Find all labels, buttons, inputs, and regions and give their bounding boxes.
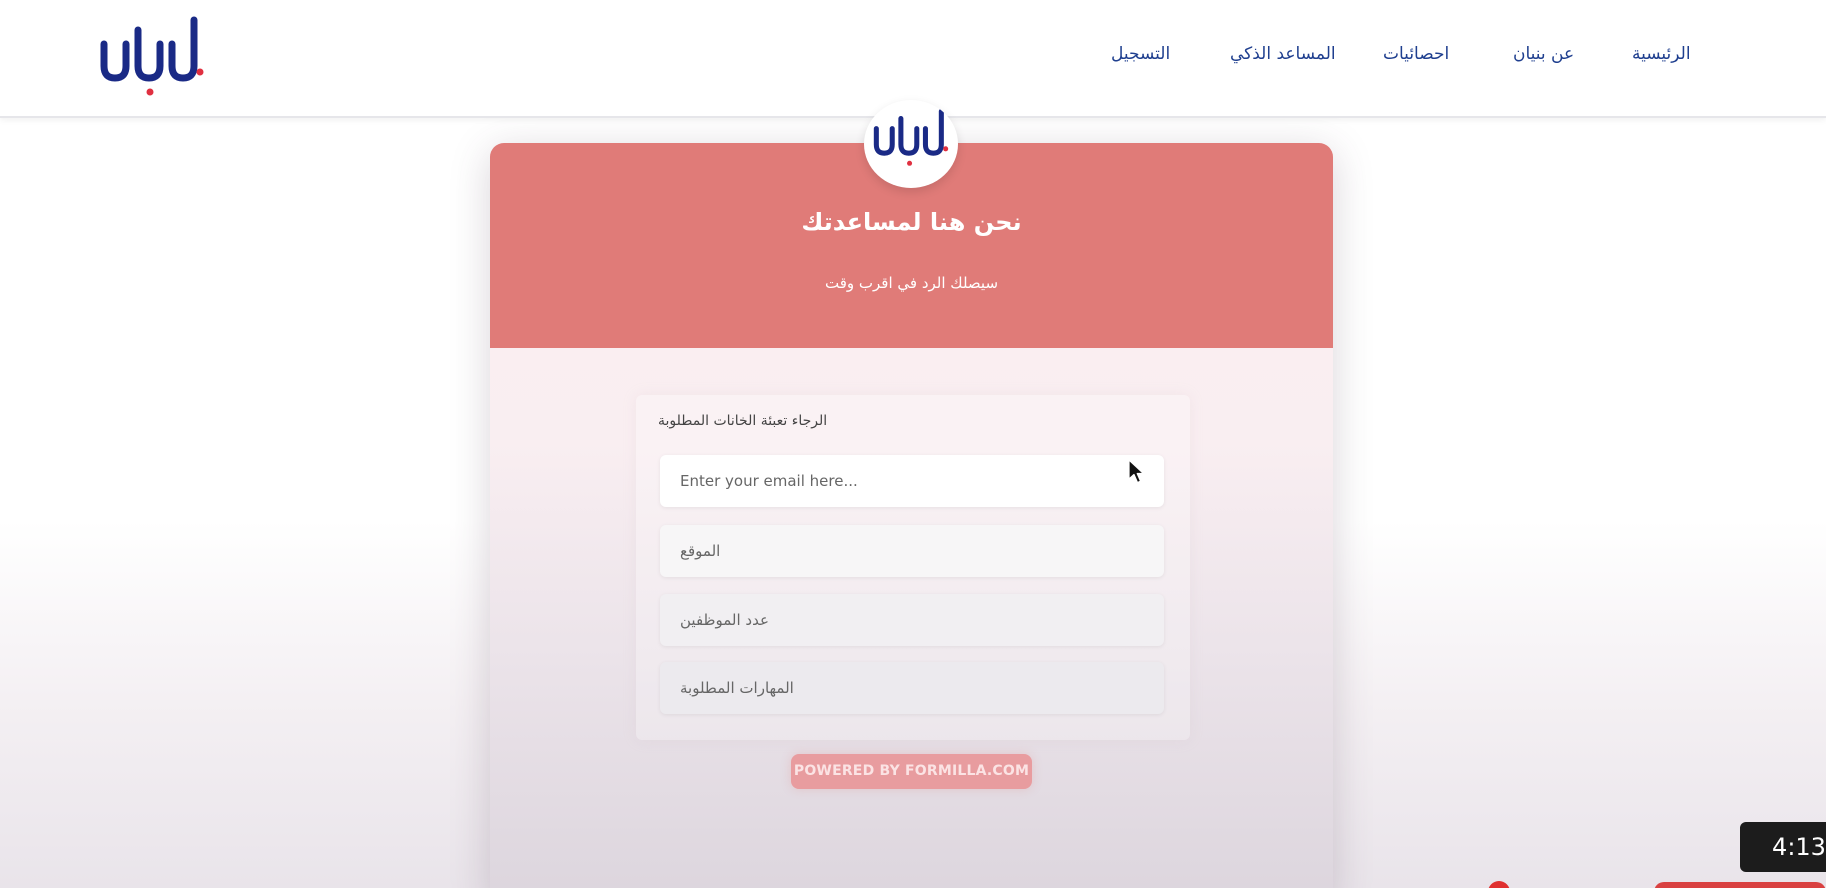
bunyan-logo-icon[interactable] — [98, 14, 206, 100]
nav-statistics[interactable]: احصائيات — [1383, 44, 1449, 64]
nav-home[interactable]: الرئيسية — [1632, 44, 1691, 64]
employee-count-field[interactable] — [660, 594, 1164, 646]
required-skills-field[interactable] — [660, 662, 1164, 714]
video-duration-badge: 4:13 — [1740, 822, 1826, 872]
nav-about[interactable]: عن بنيان — [1513, 44, 1574, 64]
location-field[interactable] — [660, 525, 1164, 577]
progress-scrubber-icon[interactable] — [1488, 881, 1510, 888]
subscribe-button-edge[interactable] — [1654, 882, 1826, 888]
nav-smart-assistant[interactable]: المساعد الذكي — [1230, 44, 1336, 64]
card-subtitle: سيصلك الرد في اقرب وقت — [824, 274, 999, 292]
card-avatar — [864, 100, 958, 188]
mouse-pointer-icon — [1128, 459, 1145, 484]
page: الرئيسية عن بنيان احصائيات المساعد الذكي… — [0, 0, 1826, 888]
card-title: نحن هنا لمساعدتك — [801, 208, 1022, 236]
nav-register[interactable]: التسجيل — [1111, 44, 1170, 64]
form-instruction-label: الرجاء تعبئة الخانات المطلوبة — [658, 413, 828, 429]
powered-by-formilla-button[interactable]: POWERED BY FORMILLA.COM — [791, 754, 1032, 789]
email-field[interactable] — [660, 455, 1164, 507]
bunyan-logo-icon — [873, 108, 949, 166]
